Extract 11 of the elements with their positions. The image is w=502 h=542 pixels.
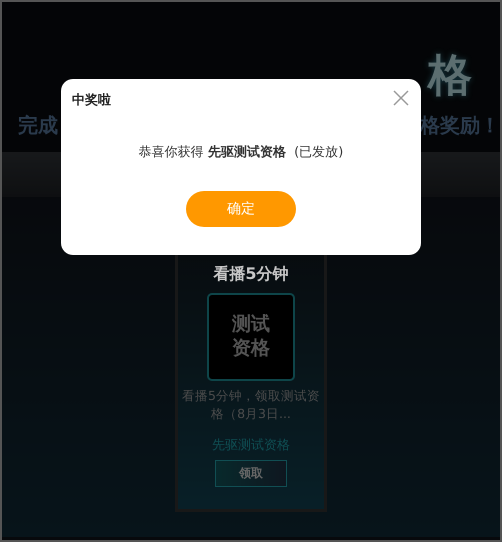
banner-subtitle: 格奖励！ — [420, 112, 500, 139]
card-title: 看播5分钟 — [213, 264, 289, 285]
claim-button[interactable]: 领取 — [215, 460, 287, 487]
close-icon[interactable] — [393, 90, 409, 106]
banner-heading: 格 — [428, 54, 474, 98]
confirm-button[interactable]: 确定 — [186, 191, 296, 227]
dialog-title: 中奖啦 — [72, 92, 111, 109]
reward-tile: 测试资格 — [207, 293, 295, 381]
banner-subtitle: 完成 — [18, 112, 58, 139]
dialog-message: 恭喜你获得 先驱测试资格 (已发放) — [138, 144, 344, 161]
task-description: 看播5分钟，领取测试资格（8月3日... — [181, 387, 321, 422]
